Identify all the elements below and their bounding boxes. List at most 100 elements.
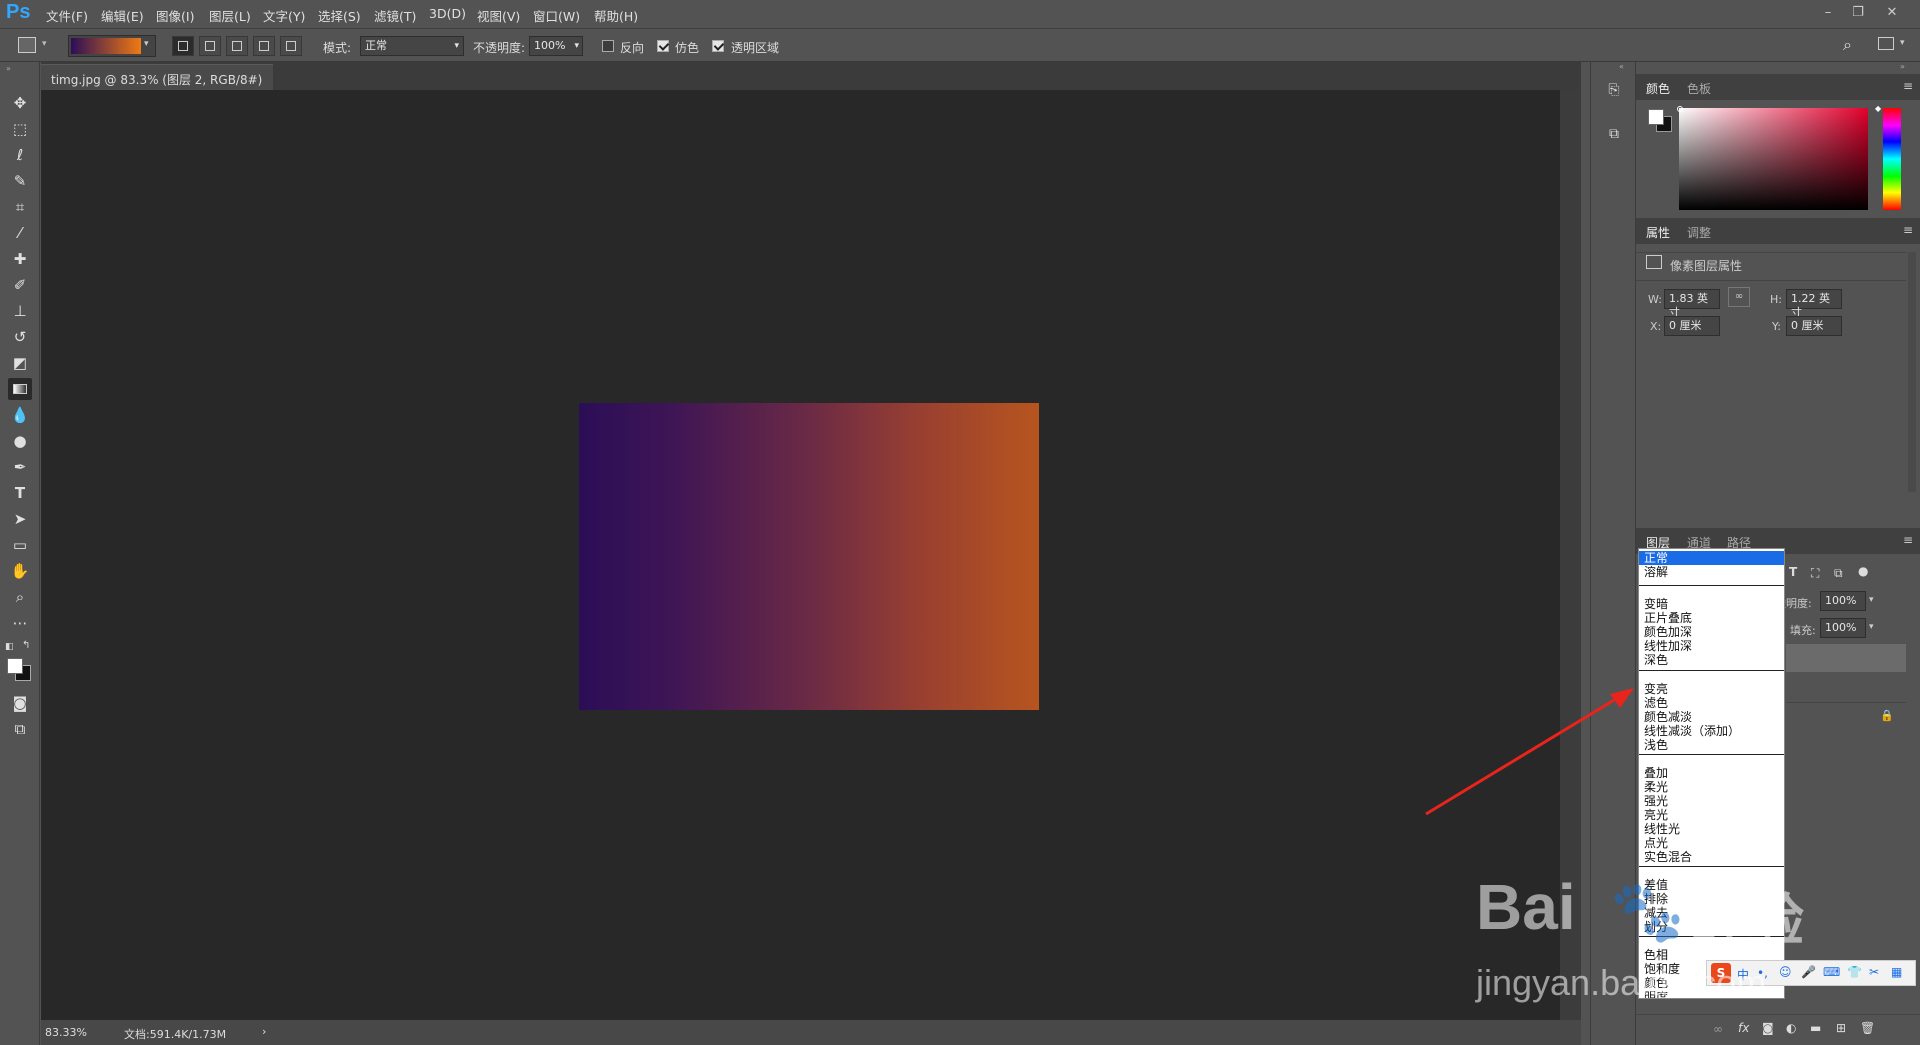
menu-select[interactable]: 选择(S) xyxy=(318,6,361,25)
marquee-tool-icon[interactable]: ⬚ xyxy=(8,118,32,140)
zoom-level[interactable]: 83.33% xyxy=(45,1026,87,1039)
workspace-icon[interactable] xyxy=(1878,37,1894,50)
lasso-tool-icon[interactable]: ℓ xyxy=(8,144,32,166)
chevron-down-icon[interactable]: ▾ xyxy=(1869,595,1874,605)
menu-layer[interactable]: 图层(L) xyxy=(209,6,251,25)
close-icon[interactable]: ✕ xyxy=(1882,3,1902,23)
eyedropper-tool-icon[interactable]: ⁄ xyxy=(8,222,32,244)
hue-slider-handle[interactable]: ◆ xyxy=(1875,104,1881,113)
collapse-icon[interactable]: » xyxy=(1900,62,1905,71)
layer-row-background[interactable]: 🔒 xyxy=(1786,702,1906,730)
adjustment-layer-icon[interactable]: ◐ xyxy=(1786,1021,1796,1035)
menu-help[interactable]: 帮助(H) xyxy=(594,6,638,25)
filter-toggle-icon[interactable]: ● xyxy=(1858,564,1868,578)
color-picker-handle[interactable] xyxy=(1677,106,1683,112)
hand-tool-icon[interactable]: ✋ xyxy=(8,560,32,582)
menu-file[interactable]: 文件(F) xyxy=(46,6,88,25)
shape-filter-icon[interactable]: ⛶ xyxy=(1811,566,1819,581)
new-layer-icon[interactable]: ⊞ xyxy=(1836,1021,1846,1035)
rectangle-tool-icon[interactable]: ▭ xyxy=(8,534,32,556)
blend-option[interactable]: 点光 xyxy=(1644,836,1668,850)
blend-option[interactable]: 变亮 xyxy=(1644,682,1668,696)
blend-option[interactable]: 颜色减淡 xyxy=(1644,710,1692,724)
linear-gradient-button[interactable] xyxy=(172,36,194,56)
blend-option-normal[interactable]: 正常 xyxy=(1639,551,1784,565)
blend-option[interactable]: 颜色加深 xyxy=(1644,625,1692,639)
blend-option[interactable]: 浅色 xyxy=(1644,738,1668,752)
healing-brush-tool-icon[interactable]: ✚ xyxy=(8,248,32,270)
history-brush-tool-icon[interactable]: ↺ xyxy=(8,326,32,348)
blend-option[interactable]: 亮光 xyxy=(1644,808,1668,822)
blend-option[interactable]: 深色 xyxy=(1644,653,1668,667)
minimize-icon[interactable]: – xyxy=(1818,3,1838,23)
panel-menu-icon[interactable]: ≡ xyxy=(1903,79,1913,93)
chevron-down-icon[interactable]: ▾ xyxy=(42,39,47,49)
dither-checkbox[interactable] xyxy=(657,40,669,52)
chevron-down-icon[interactable]: ▾ xyxy=(1900,38,1905,48)
menu-edit[interactable]: 编辑(E) xyxy=(101,6,144,25)
blend-option[interactable]: 线性加深 xyxy=(1644,639,1692,653)
tool-preset-icon[interactable] xyxy=(18,37,36,53)
quick-mask-icon[interactable]: ◙ xyxy=(8,692,32,714)
width-field[interactable]: 1.83 英寸 xyxy=(1664,289,1720,319)
properties-scrollbar[interactable] xyxy=(1908,252,1916,492)
menu-window[interactable]: 窗口(W) xyxy=(533,6,580,25)
chevron-down-icon[interactable]: ▾ xyxy=(1869,622,1874,632)
collapse-icon[interactable]: » xyxy=(6,64,11,73)
blend-option[interactable]: 溶解 xyxy=(1644,565,1668,579)
default-colors-icon[interactable]: ◧ xyxy=(5,642,14,652)
type-tool-icon[interactable]: T xyxy=(8,482,32,504)
blend-option[interactable]: 滤色 xyxy=(1644,696,1668,710)
color-picker-field[interactable] xyxy=(1679,108,1868,210)
add-mask-icon[interactable]: ◙ xyxy=(1762,1021,1774,1035)
menu-3d[interactable]: 3D(D) xyxy=(429,6,466,21)
type-filter-icon[interactable]: T xyxy=(1789,565,1797,579)
blend-option[interactable]: 实色混合 xyxy=(1644,850,1692,864)
y-field[interactable]: 0 厘米 xyxy=(1786,316,1842,336)
move-tool-icon[interactable]: ✥ xyxy=(8,92,32,114)
tab-adjustments[interactable]: 调整 xyxy=(1687,224,1711,241)
stamp-tool-icon[interactable]: ⊥ xyxy=(8,300,32,322)
fill-field[interactable]: 100% xyxy=(1820,618,1866,638)
blend-option[interactable]: 变暗 xyxy=(1644,597,1668,611)
more-tools-icon[interactable]: ⋯ xyxy=(8,612,32,634)
document-tab[interactable]: timg.jpg @ 83.3% (图层 2, RGB/8#) * × xyxy=(41,64,273,102)
menu-view[interactable]: 视图(V) xyxy=(477,6,520,25)
fx-icon[interactable]: fx xyxy=(1738,1021,1749,1035)
gradient-image[interactable] xyxy=(579,403,1039,710)
crop-tool-icon[interactable]: ⌗ xyxy=(8,196,32,218)
x-field[interactable]: 0 厘米 xyxy=(1664,316,1720,336)
tab-properties[interactable]: 属性 xyxy=(1646,224,1670,241)
panel-menu-icon[interactable]: ≡ xyxy=(1903,533,1913,547)
layer-opacity-field[interactable]: 100% xyxy=(1820,591,1866,611)
smart-object-filter-icon[interactable]: ⧉ xyxy=(1834,566,1843,581)
menu-image[interactable]: 图像(I) xyxy=(156,6,194,25)
history-panel-icon[interactable]: ⎘ xyxy=(1603,82,1625,104)
delete-layer-icon[interactable]: 🗑 xyxy=(1860,1021,1875,1035)
zoom-tool-icon[interactable]: ⌕ xyxy=(8,586,32,608)
blend-option[interactable]: 柔光 xyxy=(1644,780,1668,794)
path-select-tool-icon[interactable]: ➤ xyxy=(8,508,32,530)
status-menu-arrow-icon[interactable]: › xyxy=(262,1025,266,1038)
mode-select[interactable]: 正常 ▾ xyxy=(360,36,464,56)
transparency-checkbox[interactable] xyxy=(712,40,724,52)
diamond-gradient-button[interactable] xyxy=(280,36,302,56)
link-icon[interactable]: ∞ xyxy=(1728,287,1750,307)
layer-comps-panel-icon[interactable]: ⧉ xyxy=(1603,126,1625,148)
angle-gradient-button[interactable] xyxy=(226,36,248,56)
tab-swatches[interactable]: 色板 xyxy=(1687,80,1711,97)
blend-option[interactable]: 线性光 xyxy=(1644,822,1680,836)
radial-gradient-button[interactable] xyxy=(199,36,221,56)
menu-filter[interactable]: 滤镜(T) xyxy=(374,6,416,25)
quick-select-tool-icon[interactable]: ✎ xyxy=(8,170,32,192)
blend-option[interactable]: 叠加 xyxy=(1644,766,1668,780)
menu-type[interactable]: 文字(Y) xyxy=(263,6,305,25)
blend-option[interactable]: 强光 xyxy=(1644,794,1668,808)
hue-slider[interactable] xyxy=(1883,108,1901,210)
gradient-tool-icon[interactable] xyxy=(8,378,32,400)
gradient-picker[interactable]: ▾ xyxy=(68,35,156,57)
screen-mode-icon[interactable]: ⧉ xyxy=(8,718,32,740)
reflected-gradient-button[interactable] xyxy=(253,36,275,56)
panel-menu-icon[interactable]: ≡ xyxy=(1903,223,1913,237)
brush-tool-icon[interactable]: ✐ xyxy=(8,274,32,296)
